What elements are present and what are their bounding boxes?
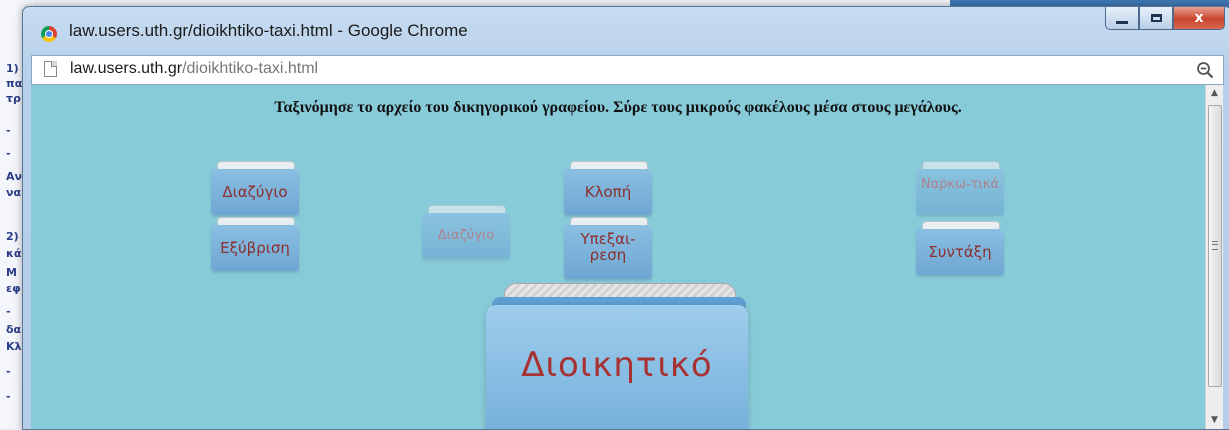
folder-label: Κλοπή bbox=[564, 169, 652, 215]
draggable-folder[interactable]: Εξύβριση bbox=[211, 217, 299, 279]
draggable-folder[interactable]: Κλοπή bbox=[564, 161, 652, 223]
url-path: /dioikhtiko-taxi.html bbox=[182, 60, 319, 77]
page-viewport: Ταξινόμησε το αρχείο του δικηγορικού γρα… bbox=[31, 85, 1205, 429]
target-folder-label: Διοικητικό bbox=[521, 345, 713, 385]
instruction-text: Ταξινόμησε το αρχείο του δικηγορικού γρα… bbox=[274, 99, 962, 116]
folder-label: Εξύβριση bbox=[211, 225, 299, 271]
draggable-folder[interactable]: Διαζύγιο bbox=[422, 205, 510, 267]
scroll-down-arrow-icon[interactable]: ▼ bbox=[1206, 412, 1223, 429]
window-title: law.users.uth.gr/dioikhtiko-taxi.html - … bbox=[69, 21, 468, 40]
minimize-button[interactable] bbox=[1105, 7, 1139, 30]
title-bar[interactable]: law.users.uth.gr/dioikhtiko-taxi.html - … bbox=[23, 7, 1229, 53]
vertical-scrollbar[interactable]: ▲ ▼ bbox=[1205, 85, 1223, 429]
maximize-button[interactable] bbox=[1139, 7, 1173, 30]
folder-label: Συντάξη bbox=[916, 229, 1004, 275]
chrome-logo-icon bbox=[41, 26, 57, 42]
grip-icon bbox=[1212, 241, 1218, 250]
folder-label: Υπεξαι-ρεση bbox=[564, 225, 652, 279]
scroll-up-arrow-icon[interactable]: ▲ bbox=[1206, 85, 1223, 102]
folder-label: Ναρκω-τικά bbox=[916, 169, 1004, 215]
target-folder[interactable]: Διοικητικό bbox=[486, 283, 748, 429]
maximize-icon bbox=[1150, 14, 1162, 22]
draggable-folder[interactable]: Υπεξαι-ρεση bbox=[564, 217, 652, 279]
close-button[interactable]: x bbox=[1173, 7, 1225, 30]
draggable-folder[interactable]: Συντάξη bbox=[916, 221, 1004, 283]
draggable-folder[interactable]: Ναρκω-τικά bbox=[916, 161, 1004, 223]
minimize-icon bbox=[1116, 20, 1128, 24]
folder-label: Διαζύγιο bbox=[422, 213, 510, 259]
url-host: law.users.uth.gr bbox=[70, 60, 183, 77]
draggable-folder[interactable]: Διαζύγιο bbox=[211, 161, 299, 223]
folder-label: Διαζύγιο bbox=[211, 169, 299, 215]
page-icon bbox=[44, 61, 57, 77]
window-controls: x bbox=[1105, 7, 1225, 37]
url-text: law.users.uth.gr/dioikhtiko-taxi.html bbox=[70, 60, 318, 78]
address-bar[interactable]: law.users.uth.gr/dioikhtiko-taxi.html bbox=[31, 55, 1224, 85]
zoom-icon[interactable] bbox=[1196, 61, 1214, 79]
scrollbar-thumb[interactable] bbox=[1208, 105, 1222, 387]
close-icon: x bbox=[1194, 10, 1204, 26]
browser-popup-window: law.users.uth.gr/dioikhtiko-taxi.html - … bbox=[22, 6, 1229, 430]
